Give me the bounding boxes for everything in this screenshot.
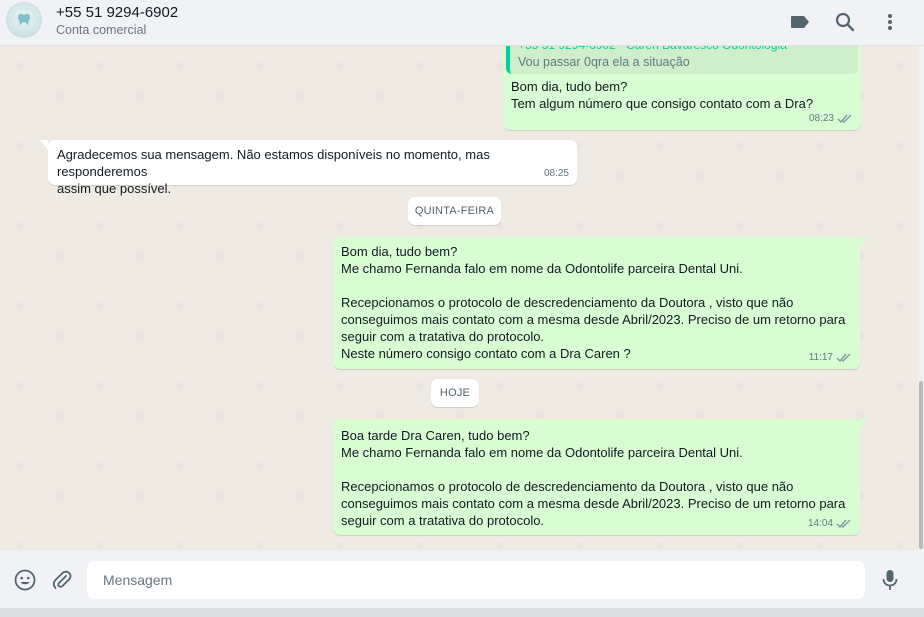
date-divider: QUINTA-FEIRA [408,197,501,225]
chat-header: +55 51 9294-6902 Conta comercial [0,0,924,46]
date-divider: HOJE [431,379,479,407]
message-time: 11:17 [808,352,833,363]
message-bubble-outgoing[interactable]: +55 51 9294-6902 ~Caren Bavaresco Odonto… [503,46,861,130]
tooth-logo-icon [18,13,30,25]
message-bubble-outgoing[interactable]: Boa tarde Dra Caren, tudo bem? Me chamo … [333,419,868,535]
read-ticks-icon [837,114,852,124]
message-text: Bom dia, tudo bem? Tem algum número que … [511,79,814,111]
emoji-icon[interactable] [13,568,37,592]
mic-icon[interactable] [878,568,902,592]
message-time: 08:25 [543,168,569,179]
menu-icon[interactable] [878,10,902,34]
message-composer [0,551,924,608]
message-meta: 11:17 [809,349,852,366]
message-list[interactable]: +55 51 9294-6902 ~Caren Bavaresco Odonto… [0,46,918,551]
message-text: Bom dia, tudo bem? Me chamo Fernanda fal… [341,244,846,361]
message-meta: 14:04 [808,515,852,532]
bubble-tail [860,237,868,247]
contact-name[interactable]: +55 51 9294-6902 [56,4,178,21]
message-text: Boa tarde Dra Caren, tudo bem? Me chamo … [341,428,846,528]
message-bubble-incoming[interactable]: Agradecemos sua mensagem. Não estamos di… [40,140,577,196]
quote-text: Vou passar 0qra ela a situação [518,55,690,69]
message-meta: 08:25 [544,165,569,182]
chat-scrollbar[interactable] [918,46,924,551]
quote-author: +55 51 9294-6902 ~Caren Bavaresco Odonto… [518,46,787,54]
bubble-tail [40,140,48,150]
message-time: 14:04 [807,518,833,529]
contact-subtitle: Conta comercial [56,23,147,37]
bubble-tail [860,419,868,429]
label-icon[interactable] [788,10,812,34]
read-ticks-icon [836,353,851,363]
read-ticks-icon [836,519,851,529]
scrollbar-thumb[interactable] [919,381,923,549]
window-bottom-edge [0,608,924,617]
contact-avatar[interactable] [6,2,42,38]
message-text: Agradecemos sua mensagem. Não estamos di… [57,147,490,196]
quoted-message[interactable]: +55 51 9294-6902 ~Caren Bavaresco Odonto… [506,46,858,74]
message-input[interactable] [87,561,865,599]
message-meta: 08:23 [809,110,853,127]
message-time: 08:23 [808,113,834,124]
attach-icon[interactable] [50,568,74,592]
search-icon[interactable] [833,10,857,34]
message-bubble-outgoing[interactable]: Bom dia, tudo bem? Me chamo Fernanda fal… [333,237,868,369]
